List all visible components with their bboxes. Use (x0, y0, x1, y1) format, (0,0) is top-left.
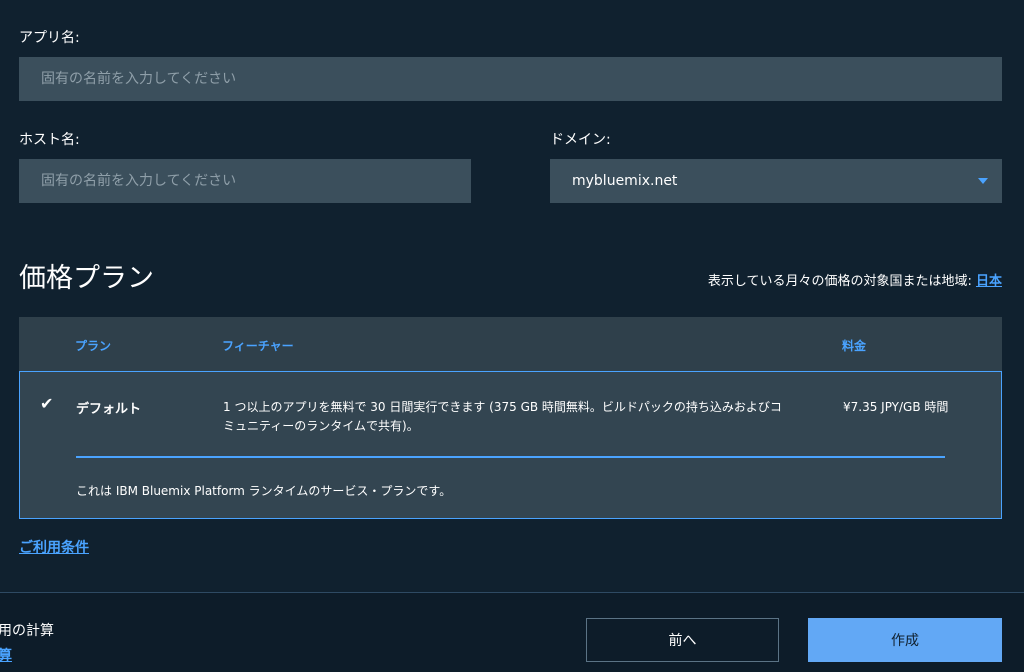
plan-table-header: プラン フィーチャー 料金 (19, 317, 1002, 371)
create-button[interactable]: 作成 (808, 618, 1002, 662)
host-name-input[interactable] (19, 159, 471, 203)
domain-select-value: mybluemix.net (572, 173, 678, 189)
column-header-features: フィーチャー (222, 339, 294, 353)
app-name-input[interactable] (19, 57, 1002, 101)
plan-table: プラン フィーチャー 料金 ✔ デフォルト 1 つ以上のアプリを無料で 30 日… (19, 317, 1002, 519)
pricing-plan-title: 価格プラン (19, 263, 154, 294)
plan-name: デフォルト (76, 402, 142, 417)
caret-down-icon (978, 178, 988, 184)
domain-select[interactable]: mybluemix.net (550, 159, 1002, 203)
cost-summary-label: 用の計算 (0, 623, 54, 639)
back-button[interactable]: 前へ (586, 618, 779, 662)
region-note-text: 表示している月々の価格の対象国または地域: (707, 274, 976, 289)
create-app-page: アプリ名: ホスト名: ドメイン: mybluemix.net 価格プラン 表示… (0, 0, 1024, 672)
column-header-price: 料金 (842, 339, 867, 353)
plan-features: 1 つ以上のアプリを無料で 30 日間実行できます (375 GB 時間無料。ビ… (223, 400, 782, 433)
domain-label: ドメイン: (550, 132, 611, 148)
plan-description: これは IBM Bluemix Platform ランタイムのサービス・プランで… (76, 484, 452, 498)
plan-price: ¥7.35 JPY/GB 時間 (843, 400, 949, 414)
column-header-plan: プラン (75, 339, 112, 353)
app-name-label: アプリ名: (19, 30, 80, 46)
plan-row-default[interactable]: ✔ デフォルト 1 つ以上のアプリを無料で 30 日間実行できます (375 G… (19, 371, 1002, 519)
host-name-label: ホスト名: (19, 132, 80, 148)
plan-divider (76, 456, 945, 458)
terms-link[interactable]: ご利用条件 (19, 537, 89, 557)
cost-summary-link[interactable]: 算 (0, 645, 12, 665)
check-icon: ✔ (40, 394, 54, 413)
region-note: 表示している月々の価格の対象国または地域: 日本 (708, 270, 1002, 289)
region-link[interactable]: 日本 (976, 274, 1002, 289)
footer-bar: 用の計算 算 前へ 作成 (0, 592, 1024, 672)
